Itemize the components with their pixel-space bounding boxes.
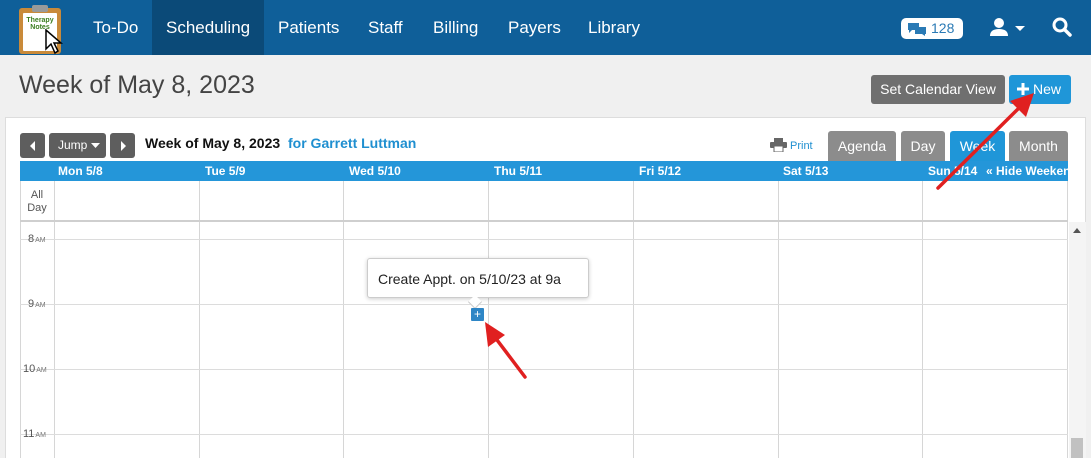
hour-label-11: 11AM [23,428,46,440]
day-header-sun[interactable]: Sun 5/14 [928,164,977,178]
provider-name[interactable]: for Garrett Luttman [288,135,416,151]
day-header-sat[interactable]: Sat 5/13 [783,164,828,178]
tab-day[interactable]: Day [901,131,945,161]
nav-todo[interactable]: To-Do [79,0,152,55]
grid-line [1067,181,1068,458]
grid-line [488,181,489,458]
nav-library[interactable]: Library [574,0,654,55]
calendar-week-title: Week of May 8, 2023 [145,135,281,151]
mouse-cursor-icon [45,29,63,55]
hour-line-9 [20,304,1068,305]
print-label: Print [790,140,813,152]
prev-week-button[interactable] [20,133,45,158]
create-appointment-tooltip: Create Appt. on 5/10/23 at 9a [367,258,589,298]
chevron-right-icon [121,141,126,151]
hour-10-ampm: AM [36,367,47,374]
printer-icon [770,138,787,152]
hour-label-9: 9AM [28,298,46,310]
nav-payers[interactable]: Payers [494,0,575,55]
hour-11-ampm: AM [35,432,46,439]
grid-line [199,181,200,458]
jump-dropdown[interactable]: Jump [49,133,106,158]
chat-bubbles-icon [908,23,926,36]
grid-line [778,181,779,458]
hour-8-num: 8 [28,233,35,245]
nav-billing[interactable]: Billing [419,0,492,55]
scrollbar-thumb[interactable] [1071,438,1083,458]
scroll-up-arrow-icon[interactable] [1073,228,1081,233]
messages-count: 128 [931,20,955,36]
tab-agenda[interactable]: Agenda [828,131,896,161]
nav-patients[interactable]: Patients [264,0,353,55]
hour-9-num: 9 [28,298,35,310]
set-calendar-view-button[interactable]: Set Calendar View [871,75,1005,104]
day-header-fri[interactable]: Fri 5/12 [639,164,681,178]
user-menu-icon[interactable] [990,18,1026,38]
day-header-row: Mon 5/8 Tue 5/9 Wed 5/10 Thu 5/11 Fri 5/… [20,161,1078,181]
chevron-left-icon [30,141,35,151]
calendar-scrollbar[interactable] [1069,222,1086,458]
all-day-divider [20,220,1068,222]
messages-button[interactable]: 128 [901,18,963,39]
day-header-wed[interactable]: Wed 5/10 [349,164,401,178]
day-header-thu[interactable]: Thu 5/11 [494,164,542,178]
hour-line-10 [20,369,1068,370]
day-header-tue[interactable]: Tue 5/9 [205,164,245,178]
plus-icon [1017,83,1029,95]
top-nav: Therapy Notes To-Do Scheduling Patients … [0,0,1091,55]
grid-line [633,181,634,458]
add-appointment-button[interactable]: + [471,308,484,321]
grid-line [54,181,55,458]
tab-month[interactable]: Month [1009,131,1068,161]
tab-week[interactable]: Week [950,131,1005,161]
hide-weekend-link[interactable]: « Hide Weekend [986,164,1078,178]
calendar-grid[interactable]: All Day 8AM 9AM 10AM 11AM [20,181,1068,458]
nav-staff[interactable]: Staff [354,0,417,55]
all-day-line2: Day [27,202,47,214]
hour-9-ampm: AM [35,302,46,309]
hour-line-11 [20,434,1068,435]
all-day-line1: All [30,189,44,201]
logo-clip [32,5,48,12]
grid-line [20,181,21,458]
day-header-mon[interactable]: Mon 5/8 [58,164,103,178]
caret-down-icon [91,143,100,148]
next-week-button[interactable] [110,133,135,158]
hour-line-8 [20,239,1068,240]
hour-8-ampm: AM [35,237,46,244]
all-day-label: All Day [20,189,54,215]
jump-label: Jump [58,138,88,152]
search-icon[interactable] [1052,17,1072,37]
new-button[interactable]: New [1009,75,1071,104]
grid-line [922,181,923,458]
therapy-notes-logo[interactable]: Therapy Notes [19,5,63,55]
grid-line [343,181,344,458]
hour-11-num: 11 [23,428,35,440]
nav-scheduling[interactable]: Scheduling [152,0,265,55]
logo-text-line1: Therapy [26,17,54,24]
new-button-label: New [1033,81,1062,97]
page-title: Week of May 8, 2023 [19,71,255,99]
hour-label-8: 8AM [28,233,46,245]
hour-10-num: 10 [23,363,36,375]
hour-label-10: 10AM [23,363,47,375]
